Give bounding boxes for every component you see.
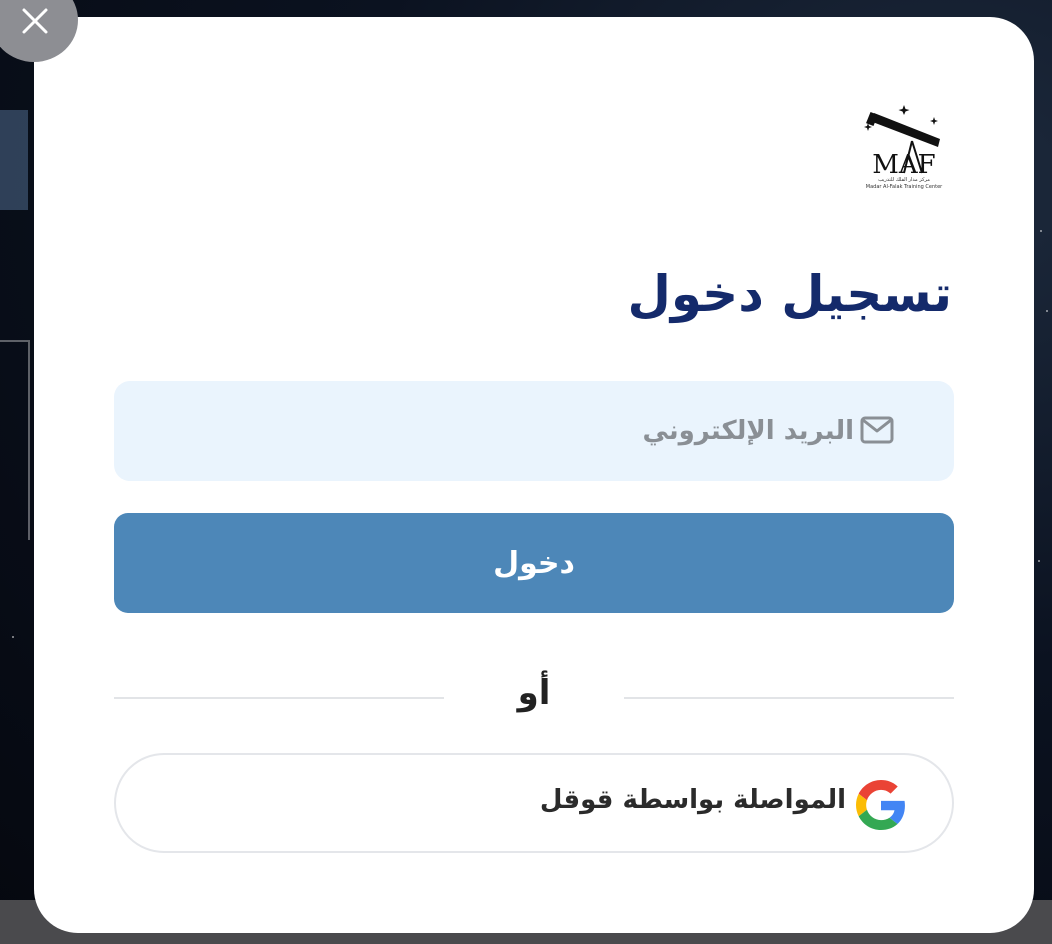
background-star — [1040, 230, 1042, 232]
divider-line — [624, 697, 954, 699]
mail-icon — [860, 416, 894, 444]
background-star — [1046, 310, 1048, 312]
or-divider-text: أو — [517, 673, 551, 713]
email-input[interactable] — [134, 381, 854, 481]
login-button-label: دخول — [493, 545, 575, 581]
login-button[interactable]: دخول — [114, 513, 954, 613]
logo-caption: مركز مدار الفلك للتدريب Madar Al-Falak T… — [864, 177, 944, 191]
background-star — [12, 636, 14, 638]
background-star — [1038, 560, 1040, 562]
login-modal: MAF مركز مدار الفلك للتدريب Madar Al-Fal… — [34, 17, 1034, 933]
google-signin-button[interactable]: المواصلة بواسطة قوقل — [114, 753, 954, 853]
google-icon — [856, 780, 905, 830]
divider-line — [114, 697, 444, 699]
svg-text:MAF: MAF — [872, 150, 935, 180]
close-icon — [22, 8, 48, 34]
email-field[interactable] — [114, 381, 954, 481]
logo-caption-arabic: مركز مدار الفلك للتدريب — [878, 177, 930, 183]
google-signin-label: المواصلة بواسطة قوقل — [539, 785, 846, 815]
logo-caption-english: Madar Al-Falak Training Center — [865, 184, 943, 190]
background-shape — [0, 110, 28, 210]
page-title: تسجيل دخول — [627, 265, 952, 323]
background-shape — [0, 340, 30, 540]
